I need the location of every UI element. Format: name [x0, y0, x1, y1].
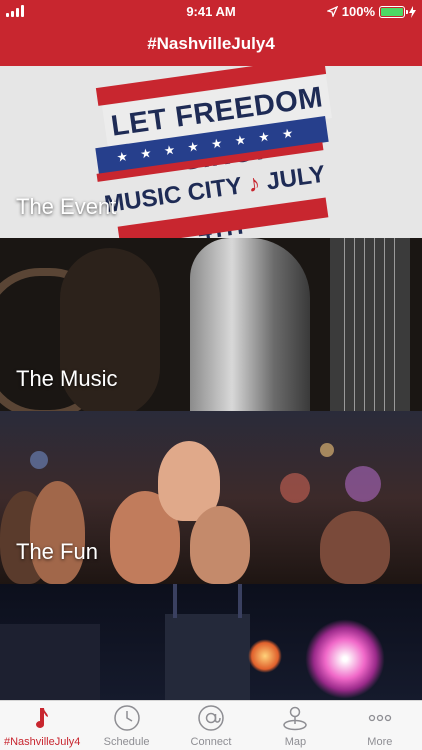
crowd-person — [190, 506, 250, 584]
tab-label: Schedule — [103, 736, 150, 748]
tile-the-fun[interactable]: The Fun — [0, 411, 422, 584]
tab-label: #NashvilleJuly4 — [3, 736, 81, 748]
guitar-image — [190, 238, 310, 411]
tile-city[interactable] — [0, 584, 422, 700]
status-right: 100% — [326, 4, 416, 19]
nav-title: #NashvilleJuly4 — [0, 24, 422, 66]
tower-image — [165, 584, 250, 700]
guitar-neck-image — [330, 238, 410, 411]
tab-label: Connect — [190, 736, 232, 748]
bokeh-light — [345, 466, 381, 502]
tab-connect[interactable]: Connect — [169, 701, 253, 750]
tile-label: The Event — [16, 194, 117, 219]
tile-the-music[interactable]: The Music — [0, 238, 422, 411]
status-bar: 9:41 AM 100% — [0, 0, 422, 24]
category-tiles: 2019 LET FREEDOM SING! ★★★★★★★★ MUSIC CI… — [0, 66, 422, 700]
battery-percent: 100% — [341, 4, 375, 19]
tab-bar: #NashvilleJuly4 Schedule Connect Map Mor… — [0, 700, 422, 750]
location-arrow-icon — [326, 6, 338, 17]
tile-the-event[interactable]: 2019 LET FREEDOM SING! ★★★★★★★★ MUSIC CI… — [0, 66, 422, 238]
tab-schedule[interactable]: Schedule — [84, 701, 168, 750]
crowd-person — [320, 511, 390, 584]
bokeh-light — [280, 473, 310, 503]
music-note-icon: ♪ — [239, 168, 269, 200]
building-image — [0, 624, 100, 700]
firework-image — [305, 619, 385, 699]
map-pin-icon — [283, 706, 308, 731]
tile-label: The Music — [16, 366, 118, 391]
tab-home[interactable]: #NashvilleJuly4 — [0, 701, 84, 750]
banner-year: 2019 — [196, 74, 225, 89]
crowd-person — [30, 481, 85, 584]
tab-label: Map — [284, 736, 307, 748]
bokeh-light — [320, 443, 334, 457]
bokeh-light — [30, 451, 48, 469]
clock-icon — [113, 705, 140, 731]
battery-icon — [379, 5, 408, 18]
charging-bolt-icon — [409, 5, 416, 18]
firework-image — [248, 639, 282, 673]
at-icon — [198, 705, 224, 731]
tab-more[interactable]: More — [338, 701, 422, 750]
music-note-icon — [36, 708, 49, 728]
tab-map[interactable]: Map — [253, 701, 337, 750]
tile-label: The Fun — [16, 539, 98, 564]
tab-label: More — [367, 736, 393, 748]
more-icon — [368, 714, 391, 722]
